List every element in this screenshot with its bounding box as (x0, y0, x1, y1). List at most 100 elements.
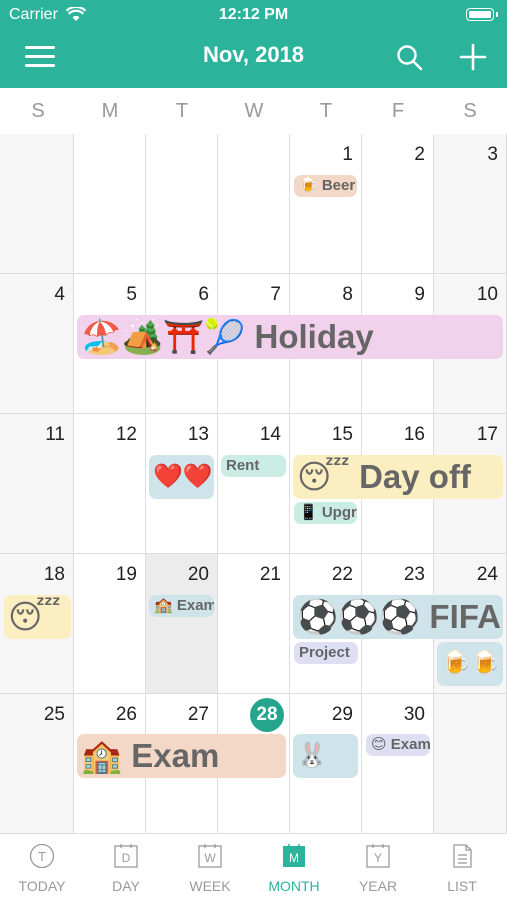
event-exam-smile[interactable]: 😊 Exam (366, 734, 430, 756)
status-bar: Carrier 12:12 PM (0, 0, 507, 30)
weekday-label: M (101, 100, 119, 122)
tab-label: DAY (112, 878, 140, 894)
day-cell[interactable]: 3 (434, 134, 507, 274)
svg-text:Y: Y (374, 851, 382, 865)
day-number: 3 (487, 144, 498, 165)
event-exam-small[interactable]: 🏫 Exam (149, 595, 214, 617)
event-day-off-continued[interactable]: 😴 Day off (4, 595, 71, 639)
plus-icon[interactable] (458, 42, 488, 72)
day-number: 21 (259, 564, 281, 585)
day-cell[interactable]: 19 (74, 554, 146, 694)
tab-day[interactable]: D DAY (84, 834, 168, 901)
app-header: Carrier 12:12 PM Nov, 2018 (0, 0, 507, 88)
weekday-label: W (244, 100, 264, 122)
tab-year[interactable]: Y YEAR (336, 834, 420, 901)
day-number: 20 (187, 564, 209, 585)
tab-label: YEAR (358, 878, 398, 894)
weekday-label: S (31, 100, 45, 122)
day-number: 29 (331, 704, 353, 725)
day-icon: D (114, 844, 138, 868)
day-number: 17 (476, 424, 498, 445)
day-number: 4 (54, 284, 65, 305)
day-number: 16 (403, 424, 425, 445)
month-title[interactable]: Nov, 2018 (0, 42, 507, 68)
year-icon: Y (366, 844, 390, 868)
tab-label: TODAY (18, 878, 66, 894)
status-time: 12:12 PM (218, 6, 289, 23)
day-cell[interactable] (218, 134, 290, 274)
tab-today[interactable]: T TODAY (0, 834, 84, 901)
event-beer[interactable]: 🍺 Beer (294, 175, 357, 197)
day-cell[interactable]: 21 (218, 554, 290, 694)
svg-text:D: D (122, 851, 131, 865)
tab-week[interactable]: W WEEK (168, 834, 252, 901)
event-rabbit[interactable]: 🐰 (293, 734, 358, 778)
nav-bar: Nov, 2018 (0, 34, 507, 80)
list-icon (453, 844, 472, 868)
day-number: 23 (403, 564, 425, 585)
tab-label: LIST (447, 878, 477, 894)
day-number: 18 (43, 564, 65, 585)
svg-text:M: M (289, 851, 299, 865)
day-cell[interactable] (0, 134, 74, 274)
event-day-off[interactable]: 😴 Day off (293, 455, 503, 499)
event-fifa[interactable]: ⚽⚽⚽ FIFA (293, 595, 503, 639)
tab-bar: T TODAY D DAY W WEEK M MONTH Y YEAR LIST (0, 833, 507, 901)
day-number: 22 (331, 564, 353, 585)
day-cell[interactable]: 2 (362, 134, 434, 274)
day-cell[interactable]: 4 (0, 274, 74, 414)
today-marker: 28 (250, 698, 284, 732)
weekday-label: S (463, 100, 477, 122)
day-number: 27 (187, 704, 209, 725)
event-rent[interactable]: Rent (221, 455, 286, 477)
event-project[interactable]: Project (294, 642, 358, 664)
weekday-header: S M T W T F S (0, 88, 507, 135)
day-number: 30 (403, 704, 425, 725)
today-icon: T (29, 843, 55, 869)
day-number: 8 (342, 284, 353, 305)
day-number: 19 (115, 564, 137, 585)
tab-label: WEEK (189, 878, 231, 894)
day-number: 15 (331, 424, 353, 445)
day-number: 13 (187, 424, 209, 445)
day-number: 10 (476, 284, 498, 305)
month-grid: 1 2 3 4 5 6 7 8 9 10 11 12 13 14 15 16 17 18 19 20 21 22 23 24 2… (0, 134, 507, 834)
tab-month[interactable]: M MONTH (252, 834, 336, 901)
event-holiday[interactable]: 🏖️🏕️⛩️🎾 Holiday (77, 315, 503, 359)
day-number: 5 (126, 284, 137, 305)
day-number: 2 (414, 144, 425, 165)
weekday-label: T (175, 100, 189, 122)
event-exam[interactable]: 🏫 Exam (77, 734, 286, 778)
event-hearts[interactable]: ❤️❤️ (149, 455, 214, 499)
day-cell[interactable] (74, 134, 146, 274)
day-number: 11 (45, 424, 65, 445)
day-number: 14 (259, 424, 281, 445)
day-cell[interactable]: 25 (0, 694, 74, 834)
day-number: 25 (43, 704, 65, 725)
svg-text:W: W (204, 851, 216, 865)
weekday-label: T (319, 100, 333, 122)
day-number: 9 (414, 284, 425, 305)
tab-label: MONTH (268, 878, 320, 894)
day-number: 26 (115, 704, 137, 725)
day-number: 12 (115, 424, 137, 445)
svg-text:T: T (38, 849, 46, 864)
day-cell[interactable]: 20 (146, 554, 218, 694)
day-cell[interactable] (146, 134, 218, 274)
day-number: 7 (270, 284, 281, 305)
tab-list[interactable]: LIST (420, 834, 504, 901)
search-icon[interactable] (396, 44, 424, 72)
day-cell[interactable]: 30 (362, 694, 434, 834)
event-beers[interactable]: 🍺🍺 (437, 642, 503, 686)
day-cell[interactable]: 1 (290, 134, 362, 274)
day-cell[interactable] (434, 694, 507, 834)
weekday-label: F (391, 100, 405, 122)
battery-icon (466, 8, 498, 21)
day-cell[interactable]: 12 (74, 414, 146, 554)
day-cell[interactable]: 14 (218, 414, 290, 554)
week-icon: W (198, 844, 222, 868)
day-cell[interactable]: 11 (0, 414, 74, 554)
day-number: 24 (476, 564, 498, 585)
month-icon: M (283, 844, 305, 867)
event-upgrade[interactable]: 📱 Upgrade (294, 502, 357, 524)
